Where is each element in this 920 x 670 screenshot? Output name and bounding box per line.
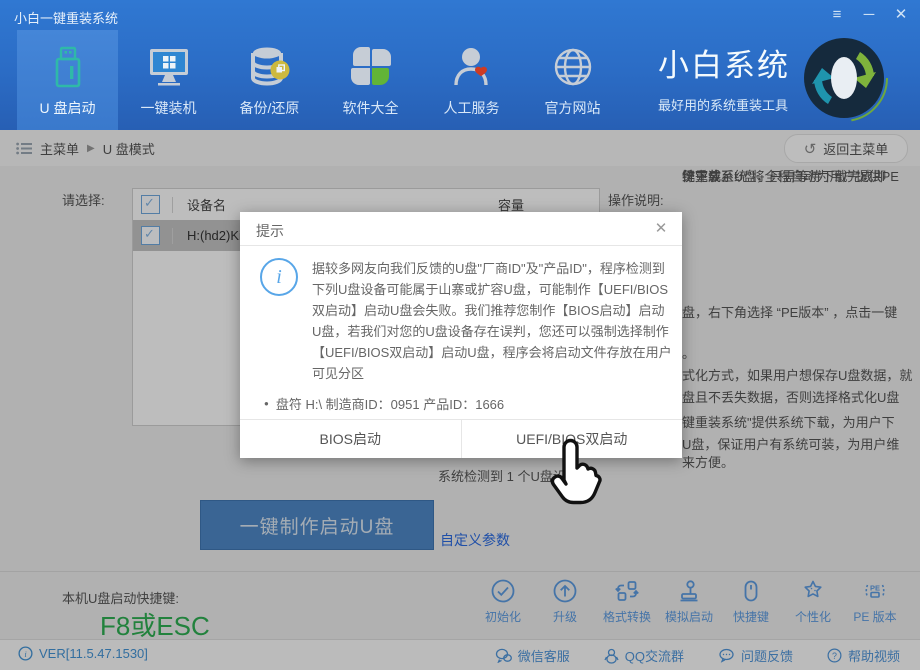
- dialog-titlebar: 提示 ✕: [240, 212, 682, 246]
- nav-label: U 盘启动: [40, 98, 96, 118]
- nav-human-service[interactable]: 人工服务: [421, 30, 522, 130]
- globe-icon: [550, 44, 596, 90]
- nav-official-site[interactable]: 官方网站: [522, 30, 623, 130]
- window-title: 小白一键重装系统: [14, 8, 118, 27]
- close-icon[interactable]: ✕: [892, 4, 910, 26]
- person-heart-icon: [449, 44, 495, 90]
- prompt-dialog: 提示 ✕ i 据较多网友向我们反馈的U盘"厂商ID"及"产品ID"，程序检测到 …: [240, 212, 682, 458]
- nav-software-center[interactable]: 软件大全: [320, 30, 421, 130]
- dialog-text-line: 双启动】启动U盘会失败。我们推荐您制作【BIOS启动】启动: [312, 300, 668, 321]
- main-nav: U 盘启动 一键装机: [17, 30, 623, 130]
- dialog-text-line: 【UEFI/BIOS双启动】启动U盘，程序会将启动文件存放在用户: [312, 342, 668, 363]
- dialog-text-line: U盘，若我们对您的U盘设备存在误判，您还可以强制选择制作: [312, 321, 668, 342]
- titlebar: 小白一键重装系统 ≡ ─ ✕: [0, 0, 920, 30]
- usb-device-id-line: ● 盘符 H:\ 制造商ID：0951 产品ID：1666: [264, 394, 504, 413]
- nav-backup-restore[interactable]: 备份/还原: [219, 30, 320, 130]
- header: 小白一键重装系统 ≡ ─ ✕ U 盘启动: [0, 0, 920, 130]
- apps-clover-icon: [348, 44, 394, 90]
- monitor-icon: [146, 44, 192, 90]
- nav-label: 软件大全: [343, 98, 399, 118]
- bios-boot-button[interactable]: BIOS启动: [240, 420, 461, 458]
- usb-drive-icon: [45, 44, 91, 90]
- brand-logo-icon: [798, 32, 890, 124]
- nav-usb-boot[interactable]: U 盘启动: [17, 30, 118, 130]
- window-controls: ≡ ─ ✕: [828, 4, 910, 26]
- nav-label: 官方网站: [545, 98, 601, 118]
- bullet-icon: ●: [264, 399, 269, 408]
- brand-name: 小白系统: [658, 40, 808, 85]
- backup-database-icon: [247, 44, 293, 90]
- nav-label: 一键装机: [141, 98, 197, 118]
- dialog-close-icon[interactable]: ✕: [652, 219, 670, 237]
- dialog-body: 据较多网友向我们反馈的U盘"厂商ID"及"产品ID"，程序检测到 下列U盘设备可…: [312, 258, 668, 384]
- dialog-text-line: 可见分区: [312, 363, 668, 384]
- dialog-text-line: 下列U盘设备可能属于山寨或扩容U盘，可能制作【UEFI/BIOS: [312, 279, 668, 300]
- app-window: 小白一键重装系统 ≡ ─ ✕ U 盘启动: [0, 0, 920, 670]
- tap-hand-cursor-icon: [540, 436, 602, 511]
- nav-label: 备份/还原: [240, 98, 300, 118]
- dialog-title: 提示: [256, 221, 284, 241]
- brand-slogan: 最好用的系统重装工具: [658, 95, 808, 114]
- minimize-icon[interactable]: ─: [860, 4, 878, 26]
- menu-icon[interactable]: ≡: [828, 4, 846, 26]
- dialog-buttons: BIOS启动 UEFI/BIOS双启动: [240, 419, 682, 458]
- dialog-text-line: 据较多网友向我们反馈的U盘"厂商ID"及"产品ID"，程序检测到: [312, 258, 668, 279]
- brand: 小白系统 最好用的系统重装工具: [658, 40, 808, 114]
- info-circle-icon: i: [260, 258, 298, 296]
- nav-one-key-install[interactable]: 一键装机: [118, 30, 219, 130]
- usb-device-id-text: 盘符 H:\ 制造商ID：0951 产品ID：1666: [276, 394, 504, 413]
- nav-label: 人工服务: [444, 98, 500, 118]
